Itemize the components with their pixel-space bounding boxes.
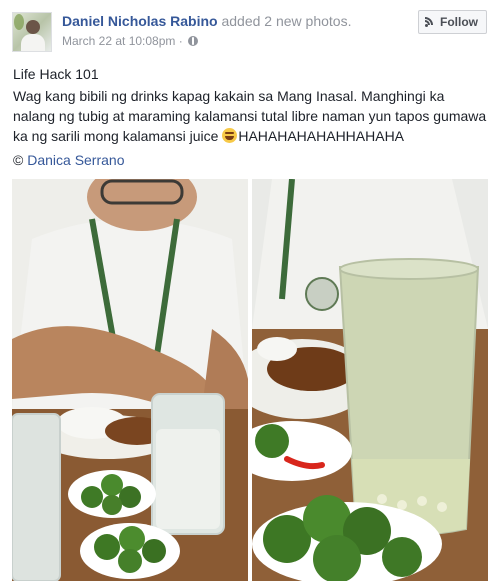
follow-label: Follow (440, 15, 478, 29)
photo-grid (12, 179, 488, 581)
caption-laugh-text: HAHAHAHAHAHHAHAHA (238, 128, 405, 144)
photo-credit: © Danica Serrano (13, 150, 487, 170)
post-header: Daniel Nicholas Rabino added 2 new photo… (12, 10, 487, 52)
credit-name-link[interactable]: Danica Serrano (27, 152, 124, 168)
author-name-link[interactable]: Daniel Nicholas Rabino (62, 13, 218, 29)
post-caption: Wag kang bibili ng drinks kapag kakain s… (13, 86, 487, 146)
meta-separator: · (178, 34, 183, 48)
avatar-foliage (14, 14, 24, 30)
globe-icon[interactable] (188, 36, 199, 46)
post-meta: March 22 at 10:08pm · (62, 34, 199, 48)
author-line: Daniel Nicholas Rabino added 2 new photo… (62, 13, 351, 29)
rss-icon (425, 17, 435, 27)
photo-left-illustration (12, 179, 248, 581)
post-card: Daniel Nicholas Rabino added 2 new photo… (0, 0, 499, 581)
photo-calamansi-juice[interactable] (252, 179, 488, 581)
photo-squeezing-calamansi[interactable] (12, 179, 248, 581)
profile-avatar[interactable] (12, 12, 52, 52)
post-title: Life Hack 101 (13, 66, 99, 82)
avatar-body (21, 34, 45, 51)
follow-button[interactable]: Follow (418, 10, 487, 34)
laughing-emoji-icon (222, 128, 238, 143)
post-action-text: added 2 new photos. (221, 13, 352, 29)
post-timestamp[interactable]: March 22 at 10:08pm (62, 34, 175, 48)
avatar-head (26, 20, 40, 34)
copyright-symbol: © (13, 152, 24, 168)
photo-right-illustration (252, 179, 488, 581)
